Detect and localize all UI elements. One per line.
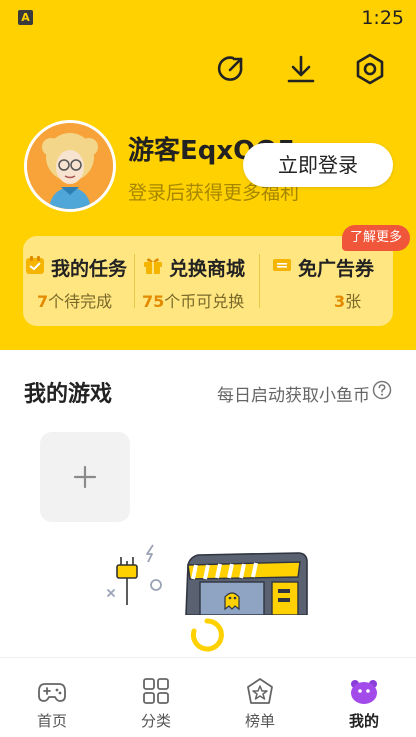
download-icon[interactable]: [284, 52, 318, 86]
tab-mine[interactable]: 我的: [312, 658, 416, 737]
tab-mine-label: 我的: [348, 712, 379, 730]
task-icon: [26, 256, 44, 274]
tab-category-label: 分类: [140, 712, 171, 730]
my-games-title: 我的游戏: [24, 382, 113, 407]
stat-coupon-title: 免广告券: [298, 258, 375, 280]
stat-tasks[interactable]: 我的任务 7个待完成: [23, 236, 133, 326]
stat-shop-detail: 75个币可兑换: [142, 292, 245, 311]
plus-icon: [73, 465, 97, 489]
add-game-button[interactable]: [40, 432, 130, 522]
tab-home[interactable]: 首页: [0, 658, 104, 737]
mascot-icon: [351, 680, 377, 704]
share-icon[interactable]: [214, 52, 248, 86]
stat-shop-title: 兑换商城: [169, 258, 246, 280]
grid-icon: [143, 678, 169, 704]
app-notification-icon: A: [18, 10, 33, 25]
settings-icon[interactable]: [353, 52, 387, 86]
tab-ranking[interactable]: 榜单: [208, 658, 312, 737]
gift-icon: [144, 258, 162, 274]
stat-tasks-title: 我的任务: [51, 258, 128, 280]
login-button[interactable]: 立即登录: [243, 143, 393, 187]
tab-ranking-label: 榜单: [244, 712, 275, 730]
star-badge-icon: [247, 678, 273, 704]
empty-state-illustration: [107, 544, 308, 615]
tab-home-label: 首页: [36, 712, 67, 730]
learn-more-badge[interactable]: 了解更多: [342, 225, 411, 251]
stat-tasks-detail: 7个待完成: [37, 292, 113, 311]
help-icon[interactable]: [372, 380, 392, 400]
gamepad-icon: [38, 683, 66, 702]
status-bar: A 1:25: [0, 0, 416, 36]
tab-category[interactable]: 分类: [104, 658, 208, 737]
stats-card: 我的任务 7个待完成 兑换商城 75个币可兑换 免广告券 3张: [23, 236, 393, 326]
ticket-icon: [273, 259, 291, 271]
loading-spinner: [190, 618, 224, 652]
avatar[interactable]: [24, 120, 116, 212]
stat-shop[interactable]: 兑换商城 75个币可兑换: [135, 236, 259, 326]
status-time: 1:25: [361, 7, 404, 29]
daily-coin-hint: 每日启动获取小鱼币: [217, 386, 370, 406]
stat-coupon-detail: 3张: [334, 292, 362, 311]
bottom-tab-bar: 首页 分类 榜单 我的: [0, 657, 416, 737]
